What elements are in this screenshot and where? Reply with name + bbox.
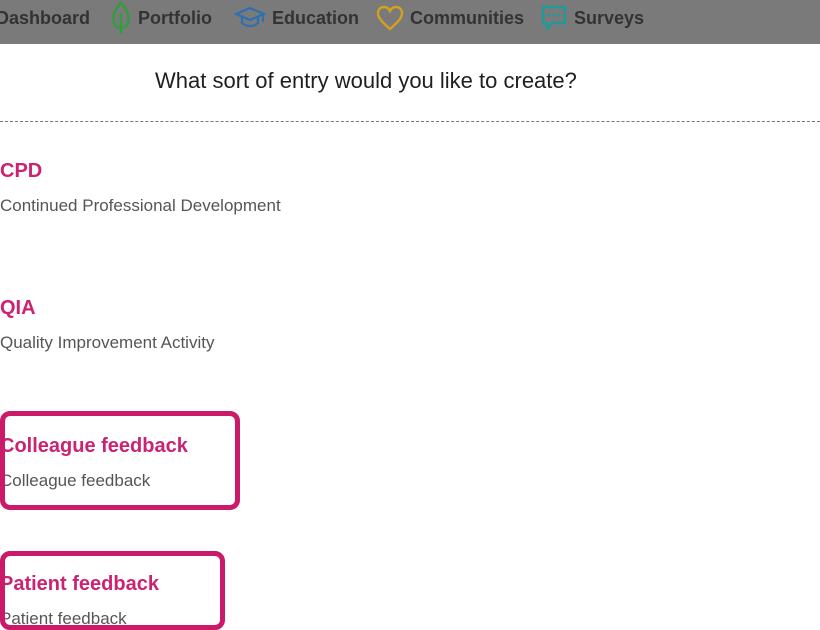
entry-title-patient-feedback[interactable]: Patient feedback [0,573,159,596]
modal-divider [0,121,820,122]
entry-description-colleague-feedback: Colleague feedback [0,471,151,490]
highlight-box-colleague-feedback [0,411,240,510]
nav-item-dashboard[interactable]: Dashboard [0,0,90,36]
modal-title: What sort of entry would you like to cre… [155,68,577,93]
entry-title-cpd[interactable]: CPD [0,160,42,183]
entry-description-qia: Quality Improvement Activity [0,333,215,352]
nav-item-education[interactable]: Education [234,0,359,36]
nav-item-portfolio[interactable]: Portfolio [110,0,212,36]
nav-item-surveys-label: Surveys [574,7,645,28]
entry-title-colleague-feedback[interactable]: Colleague feedback [0,435,188,458]
entry-title-qia[interactable]: QIA [0,297,36,320]
nav-item-dashboard-label: Dashboard [0,7,91,28]
nav-item-surveys[interactable]: Surveys [540,0,644,36]
entry-description-patient-feedback: Patient feedback [0,609,127,628]
nav-item-portfolio-label: Portfolio [138,7,212,28]
entry-description-cpd: Continued Professional Development [0,196,281,215]
chat-bubble-icon [541,5,567,31]
graduation-cap-icon [234,7,266,28]
nav-item-communities-label: Communities [410,7,525,28]
nav-item-education-label: Education [272,7,360,28]
top-navigation-bar: Dashboard Portfolio Education Communitie… [0,0,820,44]
nav-item-communities[interactable]: Communities [376,0,524,36]
heart-icon [376,5,404,31]
leaf-icon [112,1,130,34]
